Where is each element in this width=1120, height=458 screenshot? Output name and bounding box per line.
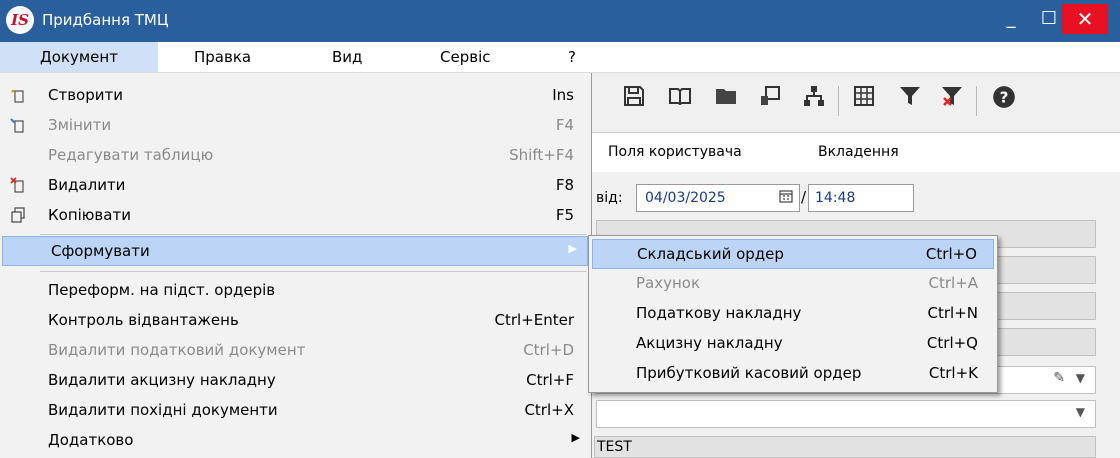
edit-document-icon <box>8 117 28 135</box>
menu-item-delete-derived-documents[interactable]: Видалити похідні документи Ctrl+X <box>0 396 590 426</box>
menu-help[interactable]: ? <box>568 42 576 72</box>
help-icon[interactable]: ? <box>990 84 1018 114</box>
tab-attachments[interactable]: Вкладення <box>818 144 899 160</box>
date-value: 04/03/2025 <box>645 190 726 206</box>
book-icon[interactable] <box>666 84 694 114</box>
window-title: Придбання ТМЦ <box>42 11 169 29</box>
chevron-right-icon: ▶ <box>568 242 577 255</box>
menu-item-reform-orders[interactable]: Переформ. на підст. ордерів <box>0 276 590 306</box>
copy-icon <box>8 207 28 225</box>
hierarchy-icon[interactable] <box>800 84 828 114</box>
date-time-separator: / <box>801 188 807 206</box>
submenu-item-tax-invoice[interactable]: Податкову накладну Ctrl+N <box>592 299 994 329</box>
date-input[interactable]: 04/03/2025 <box>636 184 800 212</box>
menu-bar: Документ Правка Вид Сервіс ? <box>0 42 1120 73</box>
app-logo: IS <box>6 6 34 34</box>
menu-item-shipment-control[interactable]: Контроль відвантажень Ctrl+Enter <box>0 306 590 336</box>
toolbar: ? <box>592 76 1120 124</box>
menu-item-delete-excise-invoice[interactable]: Видалити акцизну накладну Ctrl+F <box>0 366 590 396</box>
clear-filter-icon[interactable] <box>938 84 966 114</box>
generate-submenu: Складський ордер Ctrl+O Рахунок Ctrl+A П… <box>588 235 998 393</box>
menu-item-delete-tax-document[interactable]: Видалити податковий документ Ctrl+D <box>0 336 590 366</box>
submenu-item-warehouse-order[interactable]: Складський ордер Ctrl+O <box>592 239 994 269</box>
menu-document[interactable]: Документ <box>0 42 158 72</box>
date-label: від: <box>596 190 623 206</box>
chevron-down-icon[interactable]: ▼ <box>1076 405 1085 419</box>
test-field-text: TEST <box>597 439 632 455</box>
tabs-row: Поля користувача Вкладення <box>592 132 1120 174</box>
menu-item-edit[interactable]: Змінити F4 <box>0 111 590 141</box>
close-button[interactable]: ✕ <box>1062 4 1108 34</box>
document-link-icon[interactable] <box>756 84 784 114</box>
svg-text:?: ? <box>1000 88 1009 106</box>
folder-icon[interactable] <box>712 84 740 114</box>
submenu-item-invoice[interactable]: Рахунок Ctrl+A <box>592 269 994 299</box>
menu-view[interactable]: Вид <box>332 42 362 72</box>
combo-field[interactable]: ▼ <box>596 400 1096 428</box>
menu-item-create[interactable]: Створити Ins <box>0 81 590 111</box>
time-input[interactable]: 14:48 <box>808 184 914 212</box>
table-icon[interactable] <box>850 84 878 114</box>
chevron-right-icon: ▶ <box>571 431 580 444</box>
menu-item-additional[interactable]: Додатково ▶ <box>0 426 590 456</box>
menu-item-generate[interactable]: Сформувати ▶ <box>2 236 588 266</box>
menu-service[interactable]: Сервіс <box>440 42 490 72</box>
menu-item-edit-table[interactable]: Редагувати таблицю Shift+F4 <box>0 141 590 171</box>
calendar-icon[interactable] <box>779 188 793 207</box>
menu-item-copy[interactable]: Копіювати F5 <box>0 201 590 231</box>
save-icon[interactable] <box>620 84 648 114</box>
new-document-icon <box>8 87 28 105</box>
delete-document-icon <box>8 177 28 195</box>
window-titlebar: IS Придбання ТМЦ _ ☐ ✕ <box>0 0 1120 42</box>
filter-icon[interactable] <box>896 84 924 114</box>
menu-edit[interactable]: Правка <box>194 42 251 72</box>
time-value: 14:48 <box>815 190 856 206</box>
chevron-down-icon[interactable]: ▼ <box>1076 371 1085 385</box>
tab-user-fields[interactable]: Поля користувача <box>608 144 742 160</box>
submenu-item-excise-invoice[interactable]: Акцизну накладну Ctrl+Q <box>592 329 994 359</box>
test-field[interactable]: TEST <box>594 436 1096 458</box>
submenu-item-cash-receipt-order[interactable]: Прибутковий касовий ордер Ctrl+K <box>592 359 994 389</box>
pencil-icon[interactable]: ✎ <box>1053 370 1065 386</box>
menu-item-delete[interactable]: Видалити F8 <box>0 171 590 201</box>
document-menu: Створити Ins Змінити F4 Редагувати табли… <box>0 73 592 458</box>
